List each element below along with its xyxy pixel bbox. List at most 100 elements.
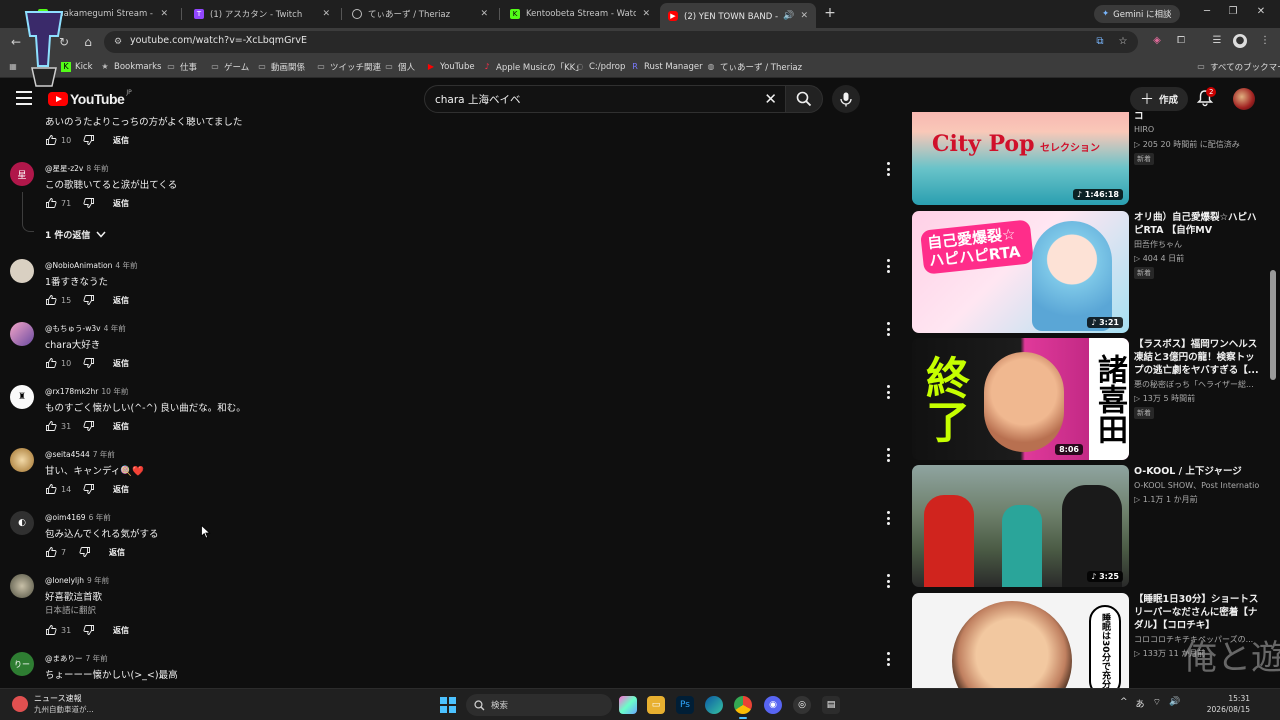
video-channel[interactable]: O-KOOL SHOW、Post International <box>1134 480 1259 491</box>
comment-time[interactable]: 6 年前 <box>89 513 111 522</box>
video-thumbnail[interactable]: 自己愛爆裂☆ハピハピRTA ♪ 3:21 <box>912 211 1129 333</box>
chrome-icon[interactable] <box>734 696 752 719</box>
dislike-icon[interactable] <box>83 483 95 495</box>
comment-more-icon[interactable] <box>884 448 892 462</box>
all-bookmarks[interactable]: ▭すべてのブックマーク <box>1196 60 1280 74</box>
close-icon[interactable]: ✕ <box>322 9 330 19</box>
taskbar-search[interactable]: 検索 <box>466 694 612 716</box>
like-icon[interactable] <box>45 624 57 636</box>
related-video-card[interactable]: ♪ 3:25 O-KOOL / 上下ジャージ O-KOOL SHOW、Post … <box>910 465 1280 587</box>
bookmark-folder-work[interactable]: ▭ 仕事 <box>166 60 197 74</box>
comment-time[interactable]: 7 年前 <box>93 450 115 459</box>
video-thumbnail[interactable]: 終了 諸喜田 8:06 <box>912 338 1129 460</box>
close-icon[interactable]: ✕ <box>160 9 168 19</box>
comment-time[interactable]: 10 年前 <box>101 387 128 396</box>
like-icon[interactable] <box>45 546 57 558</box>
comment-author[interactable]: @星星-z2v <box>45 164 83 173</box>
bookmark-theriaz[interactable]: ◍ てぃあーず / Theriaz <box>706 60 803 74</box>
bookmark-cpdrop[interactable]: ◌ C:/pdrop <box>575 60 626 74</box>
kebab-menu-icon[interactable]: ⋮ <box>1258 34 1272 48</box>
dislike-icon[interactable] <box>83 357 95 369</box>
commenter-avatar[interactable] <box>10 259 34 283</box>
gemini-button[interactable]: ✦ Gemini に相談 <box>1094 5 1180 23</box>
tab-twitch[interactable]: T (1) アスカタン - Twitch ✕ <box>186 3 338 25</box>
comment-time[interactable]: 4 年前 <box>104 324 126 333</box>
translate-link[interactable]: 日本語に翻訳 <box>45 604 96 616</box>
comment-more-icon[interactable] <box>884 259 892 273</box>
dislike-icon[interactable] <box>83 624 95 636</box>
video-channel[interactable]: 悪の秘密ぼっち「ヘライザー総... <box>1134 379 1259 390</box>
reply-button[interactable]: 返信 <box>113 135 129 146</box>
dislike-icon[interactable] <box>83 134 95 146</box>
home-button[interactable]: ⌂ <box>80 34 96 50</box>
minimize-button[interactable]: ─ <box>1200 6 1214 17</box>
create-button[interactable]: ＋ 作成 <box>1130 87 1189 111</box>
video-title[interactable]: オリ曲）自己愛爆裂☆ハピハピRTA 【自作MV <box>1134 211 1259 237</box>
like-icon[interactable] <box>45 294 57 306</box>
commenter-avatar[interactable] <box>10 322 34 346</box>
related-video-card[interactable]: 自己愛爆裂☆ハピハピRTA ♪ 3:21 オリ曲）自己愛爆裂☆ハピハピRTA 【… <box>910 211 1280 333</box>
video-thumbnail[interactable]: City Pop セレクション ♪ 1:46:18 <box>912 112 1129 205</box>
close-icon[interactable]: ✕ <box>480 9 488 19</box>
search-input[interactable]: chara 上海ベイベ <box>435 92 520 107</box>
commenter-avatar[interactable] <box>10 448 34 472</box>
like-icon[interactable] <box>45 483 57 495</box>
obs-icon[interactable]: ◎ <box>793 696 811 714</box>
video-channel[interactable]: 田吾作ちゃん <box>1134 239 1259 250</box>
comment-author[interactable]: @rx178mk2hr <box>45 387 98 396</box>
page-scrollbar[interactable] <box>1270 270 1276 380</box>
ime-indicator[interactable]: あ <box>1136 697 1145 710</box>
speaker-icon[interactable]: 🔊 <box>783 11 794 21</box>
close-icon[interactable]: ✕ <box>800 11 808 21</box>
news-widget[interactable]: ニュース速報 九州自動車道が... <box>12 693 94 715</box>
apps-icon[interactable]: ▦ <box>8 60 18 74</box>
reply-button[interactable]: 返信 <box>113 421 129 432</box>
puzzle-icon[interactable]: ⧠ <box>1174 34 1188 48</box>
clear-icon[interactable]: ✕ <box>764 90 777 108</box>
video-thumbnail[interactable]: ♪ 3:25 <box>912 465 1129 587</box>
comment-more-icon[interactable] <box>884 162 892 176</box>
comment-author[interactable]: @もちゅう-w3v <box>45 324 101 333</box>
commenter-avatar[interactable] <box>10 574 34 598</box>
video-channel[interactable]: HIRO <box>1134 125 1259 134</box>
site-info-icon[interactable]: ⚙ <box>112 36 124 48</box>
dislike-icon[interactable] <box>79 546 91 558</box>
address-bar[interactable]: ⚙ youtube.com/watch?v=-XcLbqmGrvE ⧉ ☆ <box>104 31 1138 53</box>
comment-author[interactable]: @まありー <box>45 654 83 663</box>
comment-author[interactable]: @lonelyljh <box>45 576 84 585</box>
comment-time[interactable]: 4 年前 <box>115 261 137 270</box>
store-icon[interactable]: ▤ <box>822 696 840 714</box>
reply-button[interactable]: 返信 <box>109 547 125 558</box>
voice-search-button[interactable] <box>832 85 860 113</box>
edge-icon[interactable] <box>705 696 723 714</box>
comment-author[interactable]: @NobioAnimation <box>45 261 112 270</box>
profile-icon[interactable]: ● <box>1233 34 1247 48</box>
dislike-icon[interactable] <box>83 197 95 209</box>
comment-author[interactable]: @seita4544 <box>45 450 90 459</box>
comment-more-icon[interactable] <box>884 652 892 666</box>
account-avatar[interactable] <box>1233 88 1255 110</box>
hamburger-menu-icon[interactable] <box>16 91 32 105</box>
bookmark-bookmarks[interactable]: ★ Bookmarks <box>100 60 161 74</box>
bookmark-star-icon[interactable]: ☆ <box>1117 36 1129 48</box>
reply-button[interactable]: 返信 <box>113 358 129 369</box>
dislike-icon[interactable] <box>83 294 95 306</box>
comment-more-icon[interactable] <box>884 574 892 588</box>
bookmark-folder-twitch[interactable]: ▭ ツイッチ関連 <box>316 60 381 74</box>
translate-icon[interactable]: ⧉ <box>1094 36 1106 48</box>
reply-button[interactable]: 返信 <box>113 625 129 636</box>
comment-more-icon[interactable] <box>884 385 892 399</box>
video-thumbnail[interactable]: 睡眠は30分で充分 <box>912 593 1129 688</box>
comment-time[interactable]: 8 年前 <box>86 164 108 173</box>
tab-youtube-active[interactable]: ▶ (2) YEN TOWN BAND - 上海 🔊 ✕ <box>660 3 816 28</box>
comment-more-icon[interactable] <box>884 322 892 336</box>
like-icon[interactable] <box>45 197 57 209</box>
reply-button[interactable]: 返信 <box>113 484 129 495</box>
like-icon[interactable] <box>45 420 57 432</box>
extension-icon[interactable]: ◈ <box>1150 34 1164 48</box>
discord-icon[interactable]: ◉ <box>764 696 782 714</box>
comment-more-icon[interactable] <box>884 511 892 525</box>
tab-theriaz[interactable]: てぃあーず / Theriaz ✕ <box>344 3 496 25</box>
video-title[interactable]: O-KOOL / 上下ジャージ <box>1134 465 1259 478</box>
photoshop-icon[interactable]: Ps <box>676 696 694 714</box>
